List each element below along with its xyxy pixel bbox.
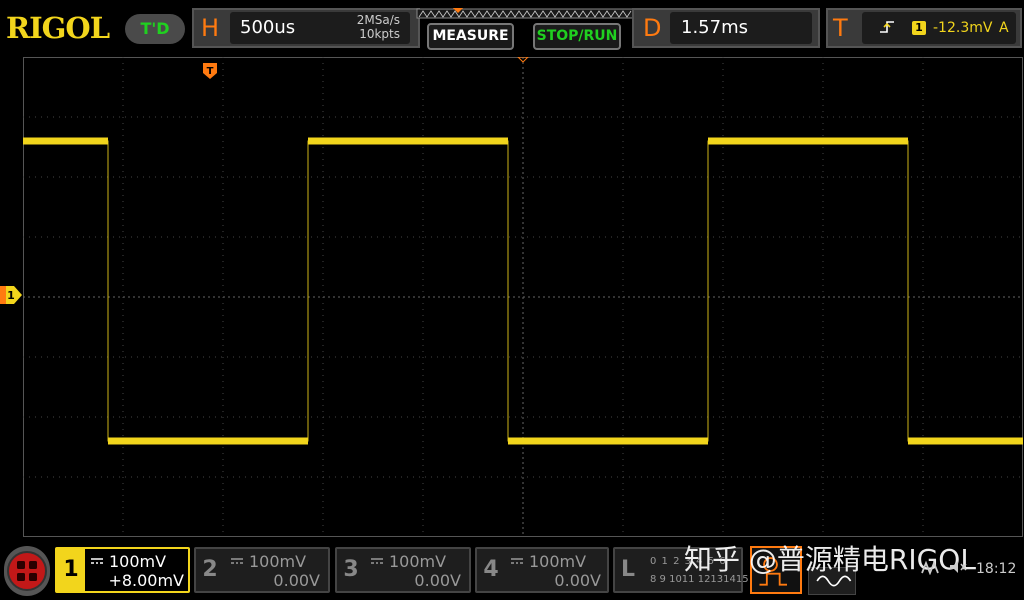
channel-3-scale: 100mV [389,552,447,571]
ch1-marker-label: 1 [7,289,15,302]
channel-4-number: 4 [483,557,499,582]
channel-2-scale: 100mV [249,552,307,571]
trigger-letter: T [833,14,848,42]
svg-text:T: T [207,66,214,77]
dc-coupling-icon [231,558,243,564]
trigger-mode: A [999,20,1009,36]
main-menu-button[interactable] [4,546,50,596]
ch1-high-plateau [708,137,908,145]
ch1-high-plateau [308,137,508,145]
ch1-offset-marker[interactable]: 1 [0,286,22,304]
lan-icon [921,560,939,575]
memory-depth: 10kpts [359,27,400,41]
waveform-display[interactable] [23,57,1023,537]
ch1-low-plateau [508,437,708,445]
memory-position-bar [416,8,634,19]
sample-rate: 2MSa/s [356,13,400,27]
channel-3-offset: 0.00V [414,571,461,590]
channel-1-scale: 100mV [109,552,167,571]
channel-2-offset: 0.00V [273,571,320,590]
td-button[interactable]: T'D [125,14,185,44]
dc-coupling-icon [371,558,383,564]
channel-4-offset: 0.00V [554,571,601,590]
delay-value: 1.57ms [681,17,748,38]
ch1-low-plateau [908,437,1023,445]
dc-coupling-icon [511,558,523,564]
horizontal-letter: H [201,14,220,42]
channel-4-scale: 100mV [529,552,587,571]
trigger-position-icon: T [203,63,217,79]
timebase-value: 500us [240,17,296,38]
trigger-level: -12.3mV [933,20,993,36]
channel-2-number: 2 [202,557,218,582]
ch1-high-plateau [23,137,108,145]
measure-button[interactable]: MEASURE [427,23,514,50]
trigger-source-badge: 1 [912,21,926,35]
channel-3-number: 3 [343,557,359,582]
clock: 18:12 [976,561,1017,577]
rising-edge-icon [880,21,894,33]
logic-letter: L [620,557,636,582]
ch1-waveform-edges [23,140,1023,442]
rigol-logo: RIGOL [6,11,110,45]
channel-1-offset: +8.00mV [108,571,184,590]
delay-letter: D [643,14,662,42]
ch1-low-plateau [108,437,308,445]
dc-coupling-icon [91,558,103,564]
channel-1-number: 1 [57,549,85,591]
stop-run-button[interactable]: STOP/RUN [533,23,621,50]
speaker-muted-icon[interactable] [948,559,968,575]
